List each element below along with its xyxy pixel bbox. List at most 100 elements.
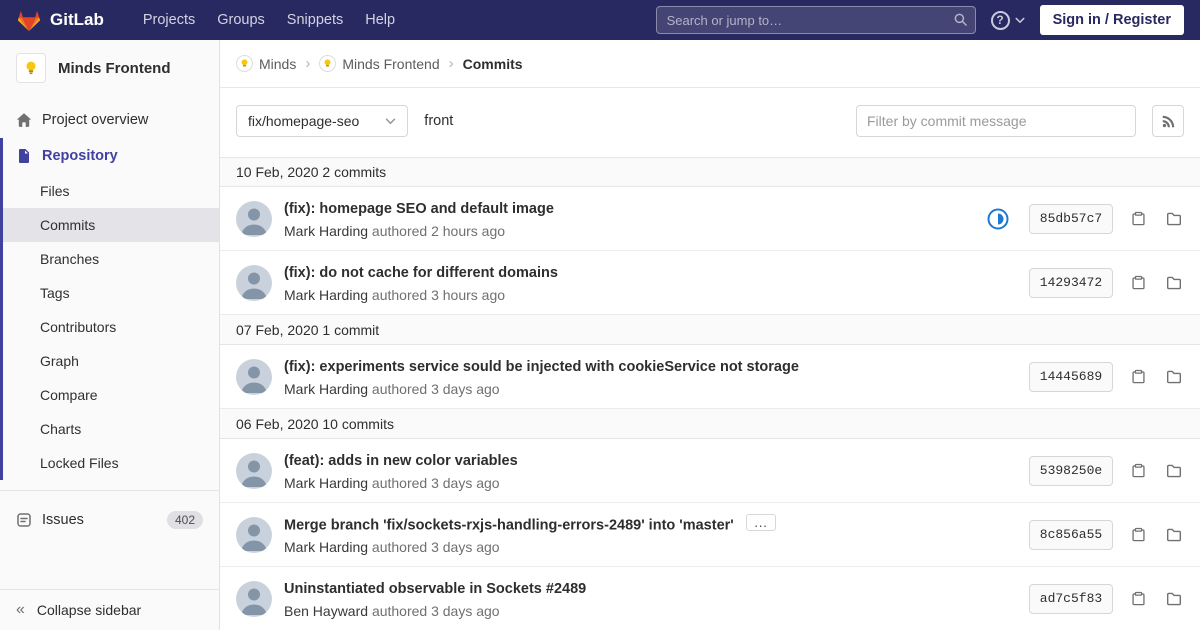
nav-groups[interactable]: Groups xyxy=(206,0,276,40)
copy-sha-button[interactable] xyxy=(1129,273,1148,292)
rss-feed-button[interactable] xyxy=(1152,105,1184,137)
ci-status-icon[interactable] xyxy=(987,208,1009,230)
commit-author-link[interactable]: Mark Harding xyxy=(284,223,368,239)
browse-files-button[interactable] xyxy=(1164,525,1184,545)
copy-sha-button[interactable] xyxy=(1129,209,1148,228)
clipboard-icon xyxy=(1131,591,1146,606)
project-mini-avatar xyxy=(319,55,337,72)
copy-sha-button[interactable] xyxy=(1129,367,1148,386)
commit-title-link[interactable]: Uninstantiated observable in Sockets #24… xyxy=(284,581,586,597)
avatar[interactable] xyxy=(236,516,272,553)
commit-meta: Mark Harding authored 3 days ago xyxy=(284,539,1029,555)
sidebar-item-label: Project overview xyxy=(42,112,149,128)
sidebar-item-issues[interactable]: Issues 402 xyxy=(0,501,219,539)
issues-count-badge: 402 xyxy=(166,511,203,529)
repository-icon xyxy=(16,148,32,164)
clipboard-icon xyxy=(1131,527,1146,542)
nav-help[interactable]: Help xyxy=(354,0,406,40)
sidebar-subitem-locked-files[interactable]: Locked Files xyxy=(3,446,219,480)
rss-icon xyxy=(1161,114,1176,129)
avatar[interactable] xyxy=(236,358,272,395)
nav-snippets[interactable]: Snippets xyxy=(276,0,354,40)
avatar[interactable] xyxy=(236,200,272,237)
commit-title-link[interactable]: (fix): homepage SEO and default image xyxy=(284,201,554,217)
lightbulb-icon xyxy=(324,59,331,67)
chevron-down-icon xyxy=(1015,17,1025,24)
copy-sha-button[interactable] xyxy=(1129,525,1148,544)
date-header: 07 Feb, 2020 1 commit xyxy=(220,315,1200,345)
commit-title-link[interactable]: (fix): do not cache for different domain… xyxy=(284,265,558,281)
person-silhouette-icon xyxy=(236,580,272,617)
commit-author-link[interactable]: Mark Harding xyxy=(284,475,368,491)
tanuki-icon xyxy=(16,8,42,33)
sidebar-subitem-compare[interactable]: Compare xyxy=(3,378,219,412)
commit-authored-text: authored 3 days ago xyxy=(371,380,500,397)
main-content: Minds › Minds Frontend › Commits fix/hom… xyxy=(220,40,1200,630)
commit-sha[interactable]: 14293472 xyxy=(1029,267,1113,298)
commit-row: (fix): do not cache for different domain… xyxy=(220,251,1200,315)
commit-sha[interactable]: 8c856a55 xyxy=(1029,519,1113,550)
branch-dropdown[interactable]: fix/homepage-seo xyxy=(236,105,409,137)
person-silhouette-icon xyxy=(236,452,272,489)
commit-author-link[interactable]: Mark Harding xyxy=(284,381,368,397)
sidebar-subitem-branches[interactable]: Branches xyxy=(3,242,219,276)
browse-files-button[interactable] xyxy=(1164,589,1184,609)
commit-author-link[interactable]: Mark Harding xyxy=(284,539,368,555)
breadcrumb-project: Minds Frontend xyxy=(319,55,440,72)
gitlab-logo[interactable]: GitLab xyxy=(16,8,104,33)
folder-icon xyxy=(1166,463,1182,479)
sidebar-subitem-contributors[interactable]: Contributors xyxy=(3,310,219,344)
commit-info: (fix): do not cache for different domain… xyxy=(284,263,1029,303)
commit-info: Merge branch 'fix/sockets-rxjs-handling-… xyxy=(284,513,1029,555)
collapse-sidebar-button[interactable]: « Collapse sidebar xyxy=(0,589,219,630)
avatar[interactable] xyxy=(236,452,272,489)
project-avatar xyxy=(16,53,46,83)
browse-files-button[interactable] xyxy=(1164,209,1184,229)
top-navbar: GitLab Projects Groups Snippets Help ? xyxy=(0,0,1200,40)
commit-filter-input[interactable] xyxy=(856,105,1136,137)
avatar[interactable] xyxy=(236,264,272,301)
copy-sha-button[interactable] xyxy=(1129,589,1148,608)
sidebar-subitem-charts[interactable]: Charts xyxy=(3,412,219,446)
search-input[interactable] xyxy=(655,6,976,34)
commit-sha[interactable]: 14445689 xyxy=(1029,361,1113,392)
project-context-header[interactable]: Minds Frontend xyxy=(0,40,219,96)
sidebar-item-repository[interactable]: Repository xyxy=(3,138,219,174)
sidebar-subitem-tags[interactable]: Tags xyxy=(3,276,219,310)
sidebar-item-project-overview[interactable]: Project overview xyxy=(0,102,219,138)
issues-icon xyxy=(16,512,32,528)
group-avatar xyxy=(236,55,253,72)
sign-in-button[interactable]: Sign in / Register xyxy=(1039,5,1184,35)
commit-info: (fix): homepage SEO and default image Ma… xyxy=(284,199,987,239)
help-menu-button[interactable]: ? xyxy=(990,10,1025,30)
nav-projects[interactable]: Projects xyxy=(132,0,206,40)
commit-sha[interactable]: 5398250e xyxy=(1029,455,1113,486)
sidebar-subitem-files[interactable]: Files xyxy=(3,174,219,208)
commit-author-link[interactable]: Ben Hayward xyxy=(284,603,368,619)
commit-sha[interactable]: ad7c5f83 xyxy=(1029,583,1113,614)
folder-icon xyxy=(1166,369,1182,385)
commit-row: (fix): homepage SEO and default image Ma… xyxy=(220,187,1200,251)
commit-row: (fix): experiments service sould be inje… xyxy=(220,345,1200,409)
sidebar-subitem-commits[interactable]: Commits xyxy=(3,208,219,242)
folder-icon xyxy=(1166,591,1182,607)
browse-files-button[interactable] xyxy=(1164,367,1184,387)
sidebar-subitem-graph[interactable]: Graph xyxy=(3,344,219,378)
expand-commit-button[interactable]: … xyxy=(745,513,776,531)
commit-title-link[interactable]: (fix): experiments service sould be inje… xyxy=(284,359,799,375)
browse-files-button[interactable] xyxy=(1164,461,1184,481)
folder-icon xyxy=(1166,275,1182,291)
breadcrumb: Minds › Minds Frontend › Commits xyxy=(220,40,1200,88)
commit-title-link[interactable]: (feat): adds in new color variables xyxy=(284,453,518,469)
clipboard-icon xyxy=(1131,369,1146,384)
commit-sha[interactable]: 85db57c7 xyxy=(1029,203,1113,234)
browse-files-button[interactable] xyxy=(1164,273,1184,293)
copy-sha-button[interactable] xyxy=(1129,461,1148,480)
breadcrumb-link-minds[interactable]: Minds xyxy=(259,56,296,72)
search-icon[interactable] xyxy=(953,12,968,27)
commit-author-link[interactable]: Mark Harding xyxy=(284,287,368,303)
question-icon: ? xyxy=(990,10,1010,30)
breadcrumb-link-minds-frontend[interactable]: Minds Frontend xyxy=(342,56,439,72)
commit-title-link[interactable]: Merge branch 'fix/sockets-rxjs-handling-… xyxy=(284,517,734,533)
avatar[interactable] xyxy=(236,580,272,617)
